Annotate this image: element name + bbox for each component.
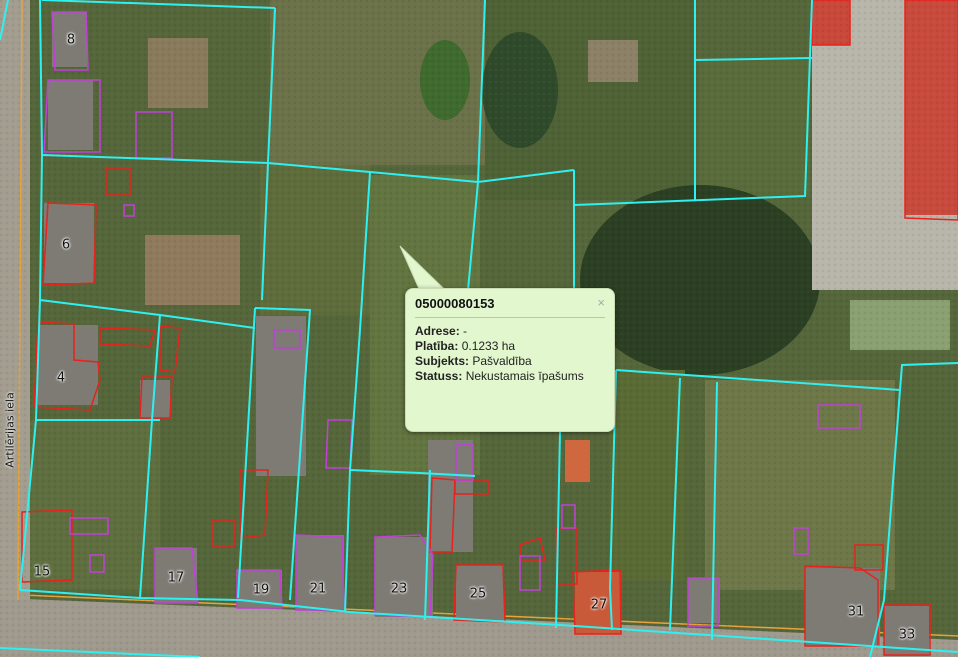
popup-title: 05000080153 [415,296,605,318]
popup-value: 0.1233 ha [461,339,516,353]
parcel-number-17: 17 [167,570,185,586]
parcel-number-25: 25 [469,586,487,602]
popup-value: Nekustamais īpašums [465,369,584,383]
popup-label: Subjekts: [415,354,470,368]
parcel-number-31: 31 [847,604,865,620]
parcel-number-4: 4 [56,370,66,386]
parcel-number-6: 6 [61,237,71,253]
popup-row-area: Platība: 0.1233 ha [415,339,605,354]
popup-value: Pašvaldība [472,354,532,368]
map-view[interactable]: 8 6 4 15 17 19 21 23 25 27 31 33 Artilēr… [0,0,958,657]
popup-label: Platība: [415,339,459,353]
parcel-info-popup: 05000080153 × Adrese: - Platība: 0.1233 … [405,288,615,432]
close-icon[interactable]: × [597,295,605,310]
popup-row-address: Adrese: - [415,324,605,339]
popup-row-status: Statuss: Nekustamais īpašums [415,369,605,384]
parcel-number-27: 27 [590,597,608,613]
popup-row-subject: Subjekts: Pašvaldība [415,354,605,369]
parcel-number-19: 19 [252,582,270,598]
street-label: Artilērijas iela [3,392,17,468]
parcel-number-15: 15 [33,564,51,580]
parcel-number-23: 23 [390,581,408,597]
popup-label: Adrese: [415,324,460,338]
popup-label: Statuss: [415,369,463,383]
popup-value: - [463,324,468,338]
parcel-number-8: 8 [66,32,76,48]
parcel-number-33: 33 [898,627,916,643]
parcel-number-21: 21 [309,581,327,597]
